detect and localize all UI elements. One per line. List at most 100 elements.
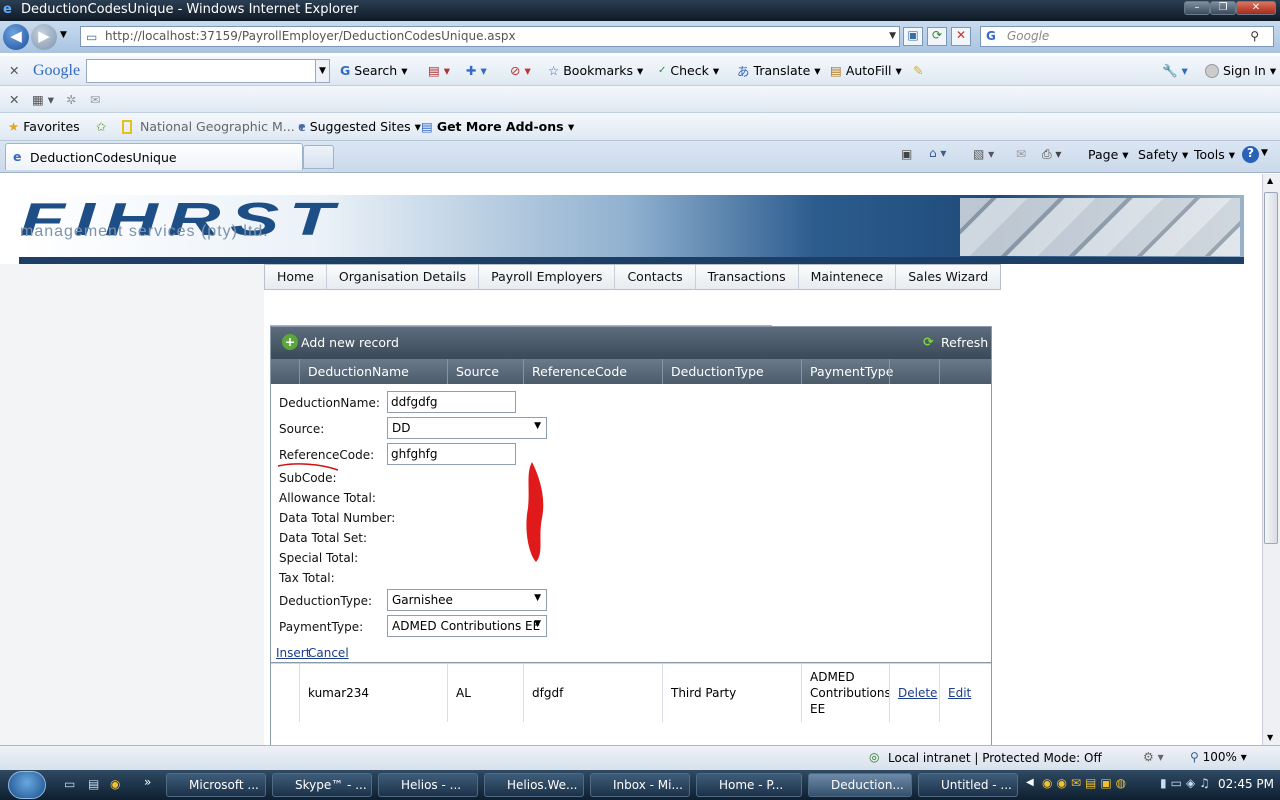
mail-icon[interactable]: ✉ bbox=[90, 86, 100, 112]
safety-menu-label: Safety bbox=[1138, 147, 1178, 162]
translate-button[interactable]: あ Translate ▾ bbox=[737, 56, 821, 85]
taskbar-item-label: Untitled - ... bbox=[941, 778, 1012, 792]
clock[interactable]: 02:45 PM bbox=[1218, 777, 1274, 791]
source-select[interactable]: DD ▼ bbox=[387, 417, 547, 439]
taskbar-item-deduction[interactable]: Deduction... bbox=[808, 773, 912, 797]
search-icon[interactable]: ⚲ bbox=[1250, 27, 1259, 46]
address-dropdown-icon[interactable]: ▼ bbox=[889, 27, 896, 46]
page-menu[interactable]: Page ▾ bbox=[1088, 147, 1129, 162]
popup-blocker-icon[interactable]: ⊘ ▾ bbox=[510, 56, 531, 85]
plus-icon[interactable]: ✚ ▾ bbox=[466, 56, 487, 85]
cancel-link[interactable]: Cancel bbox=[308, 646, 349, 660]
back-button[interactable]: ◀ bbox=[3, 24, 29, 50]
deductiontype-select[interactable]: Garnishee ▼ bbox=[387, 589, 547, 611]
google-search-input[interactable]: ▼ bbox=[86, 59, 330, 83]
help-icon[interactable]: ? bbox=[1242, 146, 1259, 163]
tab-active[interactable]: e DeductionCodesUnique bbox=[5, 143, 303, 170]
col-deductionname[interactable]: DeductionName bbox=[299, 359, 447, 384]
menu-sales-wizard[interactable]: Sales Wizard bbox=[896, 265, 1000, 289]
maximize-button[interactable]: ❐ bbox=[1210, 1, 1236, 15]
col-source[interactable]: Source bbox=[447, 359, 523, 384]
history-dropdown-icon[interactable]: ▼ bbox=[60, 30, 67, 40]
safety-menu[interactable]: Safety ▾ bbox=[1138, 147, 1188, 162]
close-toolbar-icon[interactable]: ✕ bbox=[9, 56, 19, 85]
stop-icon[interactable]: ✕ bbox=[951, 27, 971, 46]
favorite-get-addons[interactable]: ▤ Get More Add-ons ▾ bbox=[421, 113, 574, 140]
google-dropdown-icon[interactable]: ▼ bbox=[315, 60, 329, 82]
menu-organisation-details[interactable]: Organisation Details bbox=[327, 265, 480, 289]
explorer-icon[interactable]: ▤ bbox=[88, 777, 99, 791]
col-referencecode[interactable]: ReferenceCode bbox=[523, 359, 662, 384]
bookmarks-button[interactable]: ☆ Bookmarks ▾ bbox=[548, 56, 643, 85]
delete-link[interactable]: Delete bbox=[898, 686, 937, 700]
refresh-grid-icon: ⟳ bbox=[923, 334, 934, 349]
taskbar-item-label: Helios - ... bbox=[401, 778, 462, 792]
search-box[interactable]: G Google ⚲ bbox=[980, 26, 1274, 47]
col-deductiontype[interactable]: DeductionType bbox=[662, 359, 801, 384]
taskbar-item-word[interactable]: Microsoft ... bbox=[166, 773, 266, 797]
edit-link[interactable]: Edit bbox=[948, 686, 971, 700]
grid-menu-icon[interactable]: ▦ ▾ bbox=[32, 86, 54, 112]
print-icon[interactable]: ⎙ ▾ bbox=[1042, 147, 1061, 162]
forward-button[interactable]: ▶ bbox=[31, 24, 57, 50]
system-tray-icons[interactable]: ▮▭◈♫ bbox=[1160, 776, 1214, 790]
quick-tabs-icon[interactable]: ▣ bbox=[901, 147, 912, 161]
taskbar-item-skype[interactable]: Skype™ - ... bbox=[272, 773, 372, 797]
feeds-icon[interactable]: ▧ ▾ bbox=[973, 147, 994, 161]
col-paymenttype[interactable]: PaymentType bbox=[801, 359, 893, 384]
close-button[interactable]: ✕ bbox=[1236, 1, 1276, 15]
pagerank-icon[interactable]: ▤ ▾ bbox=[428, 56, 450, 85]
refresh-button[interactable]: Refresh bbox=[941, 335, 988, 350]
new-tab-button[interactable] bbox=[303, 145, 334, 169]
minimize-button[interactable]: – bbox=[1184, 1, 1210, 15]
menu-contacts[interactable]: Contacts bbox=[615, 265, 696, 289]
read-mail-icon[interactable]: ✉ bbox=[1016, 147, 1026, 161]
menu-payroll-employers[interactable]: Payroll Employers bbox=[479, 265, 616, 289]
taskbar-item-untitled[interactable]: Untitled - ... bbox=[918, 773, 1018, 797]
insert-link[interactable]: Insert bbox=[276, 646, 310, 660]
taskbar-item-helios[interactable]: Helios - ... bbox=[378, 773, 478, 797]
referencecode-input[interactable]: ghfghfg bbox=[387, 443, 516, 465]
tray-icons[interactable]: ◉◉✉▤▣◍ bbox=[1042, 776, 1130, 790]
suggested-sites-label: Suggested Sites bbox=[309, 119, 411, 134]
check-button[interactable]: ✓ Check ▾ bbox=[658, 56, 719, 85]
toolbar-search-button[interactable]: G Search ▾ bbox=[340, 56, 407, 85]
add-new-record-button[interactable]: Add new record bbox=[301, 335, 399, 350]
tools-menu[interactable]: Tools ▾ bbox=[1194, 147, 1235, 162]
quicklaunch-more-icon[interactable]: » bbox=[144, 775, 151, 789]
autofill-button[interactable]: ▤ AutoFill ▾ bbox=[830, 56, 902, 85]
close-toolbar-icon[interactable]: ✕ bbox=[9, 86, 19, 112]
paymenttype-select[interactable]: ADMED Contributions EE ▼ bbox=[387, 615, 547, 637]
snowflake-icon[interactable]: ✲ bbox=[66, 86, 76, 112]
protected-mode-icon[interactable]: ⚙ ▾ bbox=[1143, 750, 1164, 764]
taskbar-item-helios-web[interactable]: Helios.We... bbox=[484, 773, 584, 797]
refresh-icon[interactable]: ⟳ bbox=[927, 27, 947, 46]
scroll-up-icon[interactable]: ▲ bbox=[1267, 176, 1273, 185]
favorite-suggested-sites[interactable]: e Suggested Sites ▾ bbox=[298, 113, 421, 140]
wrench-icon[interactable]: 🔧 ▾ bbox=[1162, 56, 1188, 85]
highlighter-icon[interactable]: ✎ bbox=[913, 56, 923, 85]
addons-icon: ▤ bbox=[421, 119, 433, 134]
menu-maintenece[interactable]: Maintenece bbox=[799, 265, 897, 289]
scroll-down-icon[interactable]: ▼ bbox=[1267, 733, 1273, 742]
show-desktop-icon[interactable]: ▭ bbox=[64, 777, 75, 791]
add-favorite-icon[interactable]: ✩ bbox=[96, 113, 106, 140]
home-icon[interactable]: ⌂ ▾ bbox=[929, 146, 946, 160]
firefox-icon[interactable]: ◉ bbox=[110, 777, 120, 791]
menu-home[interactable]: Home bbox=[265, 265, 327, 289]
col-delete bbox=[889, 359, 939, 384]
favorite-natgeo[interactable]: National Geographic M... ▾ bbox=[122, 113, 305, 140]
deductionname-input[interactable]: ddfgdfg bbox=[387, 391, 516, 413]
favorites-button[interactable]: ★ Favorites bbox=[8, 113, 80, 140]
menu-transactions[interactable]: Transactions bbox=[696, 265, 799, 289]
sign-in-button[interactable]: Sign In ▾ bbox=[1205, 56, 1276, 85]
taskbar-item-home[interactable]: Home - P... bbox=[696, 773, 802, 797]
zoom-control[interactable]: ⚲ 100% ▾ bbox=[1190, 750, 1247, 764]
compat-view-icon[interactable]: ▣ bbox=[903, 27, 923, 46]
scrollbar-thumb[interactable] bbox=[1264, 192, 1278, 544]
address-bar[interactable]: ▭ http://localhost:37159/PayrollEmployer… bbox=[80, 26, 900, 47]
taskbar-item-inbox[interactable]: Inbox - Mi... bbox=[590, 773, 690, 797]
start-button[interactable] bbox=[8, 771, 46, 799]
help-dropdown-icon[interactable]: ▼ bbox=[1261, 148, 1268, 158]
tray-expand-icon[interactable]: ◀ bbox=[1026, 777, 1034, 788]
